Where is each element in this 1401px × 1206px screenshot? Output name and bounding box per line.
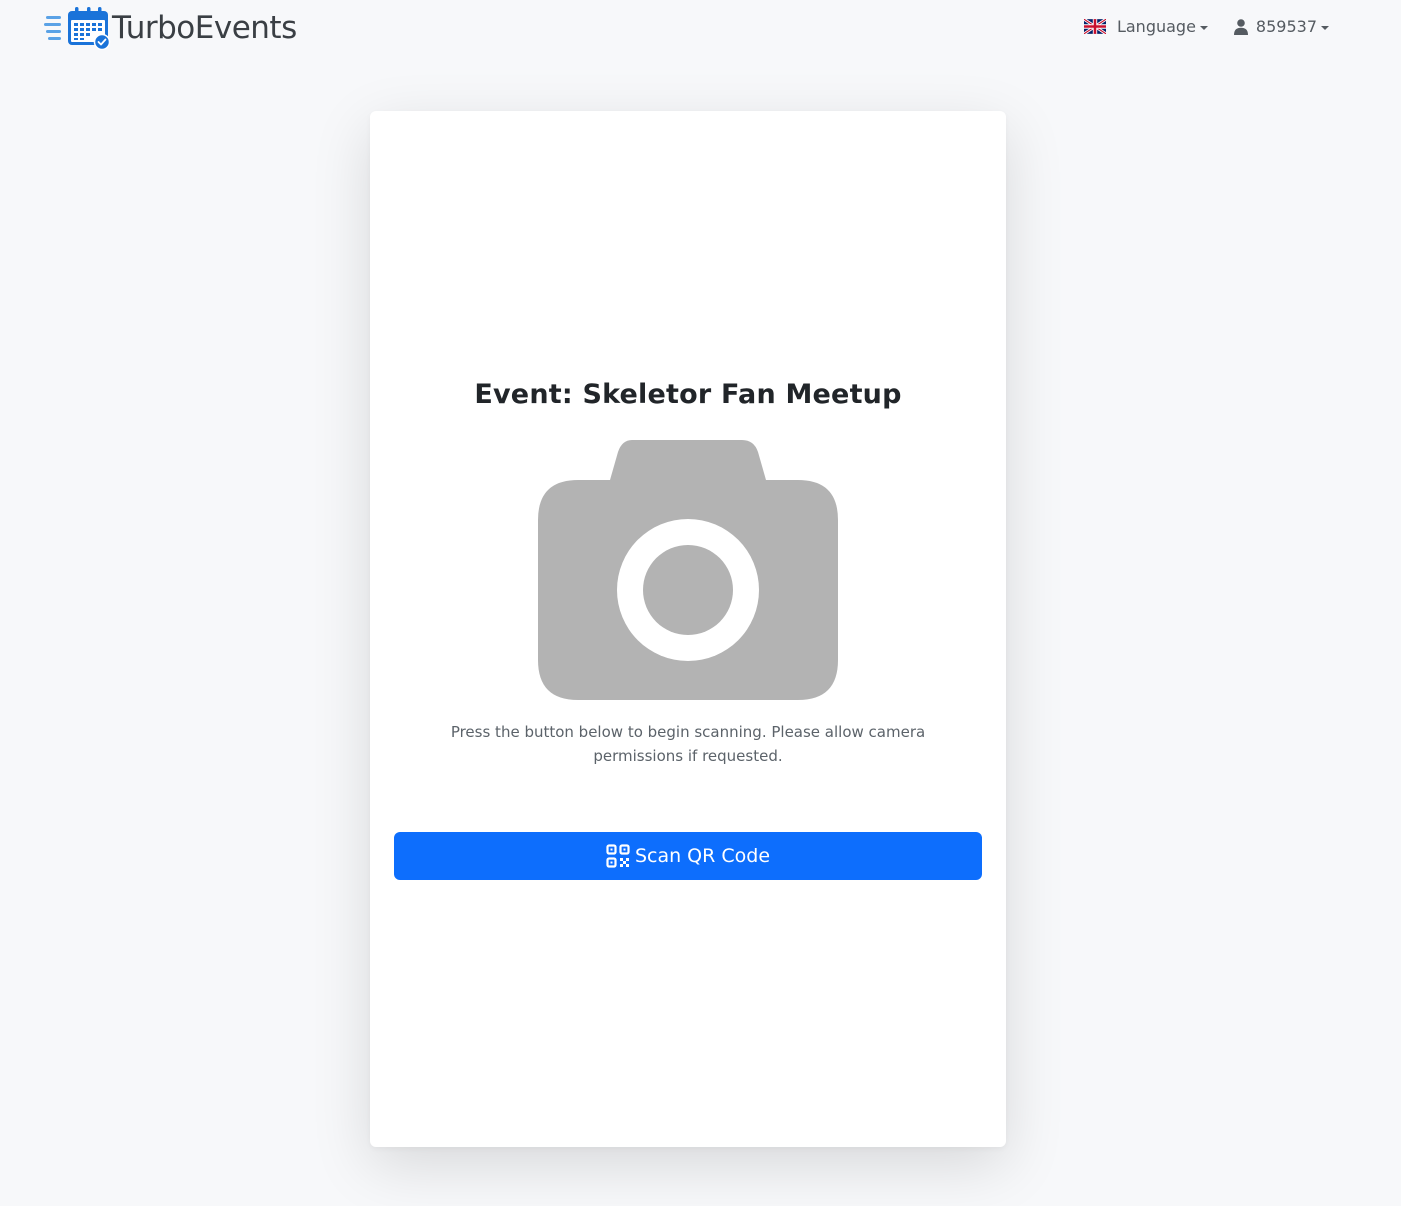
brand-name: TurboEvents: [112, 10, 297, 46]
user-label: 859537: [1255, 17, 1317, 36]
nav-right: Language 859537: [1083, 17, 1329, 36]
chevron-down-icon: [1321, 25, 1329, 30]
brand-link[interactable]: TurboEvents: [44, 6, 297, 50]
event-title: Event: Skeletor Fan Meetup: [474, 379, 902, 410]
scan-qr-button[interactable]: Scan QR Code: [394, 832, 982, 880]
language-dropdown[interactable]: Language: [1083, 17, 1208, 36]
scanner-card: Event: Skeletor Fan Meetup Press the but…: [370, 111, 1006, 1147]
qr-code-icon: [606, 844, 630, 868]
uk-flag-icon: [1083, 19, 1106, 34]
camera-icon: [538, 440, 838, 700]
user-dropdown[interactable]: 859537: [1233, 17, 1329, 36]
calendar-check-icon: [44, 7, 111, 50]
person-icon: [1233, 18, 1248, 35]
scan-button-label: Scan QR Code: [634, 845, 771, 867]
language-label: Language: [1116, 17, 1196, 36]
chevron-down-icon: [1199, 25, 1208, 30]
scan-instructions: Press the button below to begin scanning…: [450, 723, 926, 765]
top-navbar: TurboEvents Language 859537: [0, 0, 1401, 60]
